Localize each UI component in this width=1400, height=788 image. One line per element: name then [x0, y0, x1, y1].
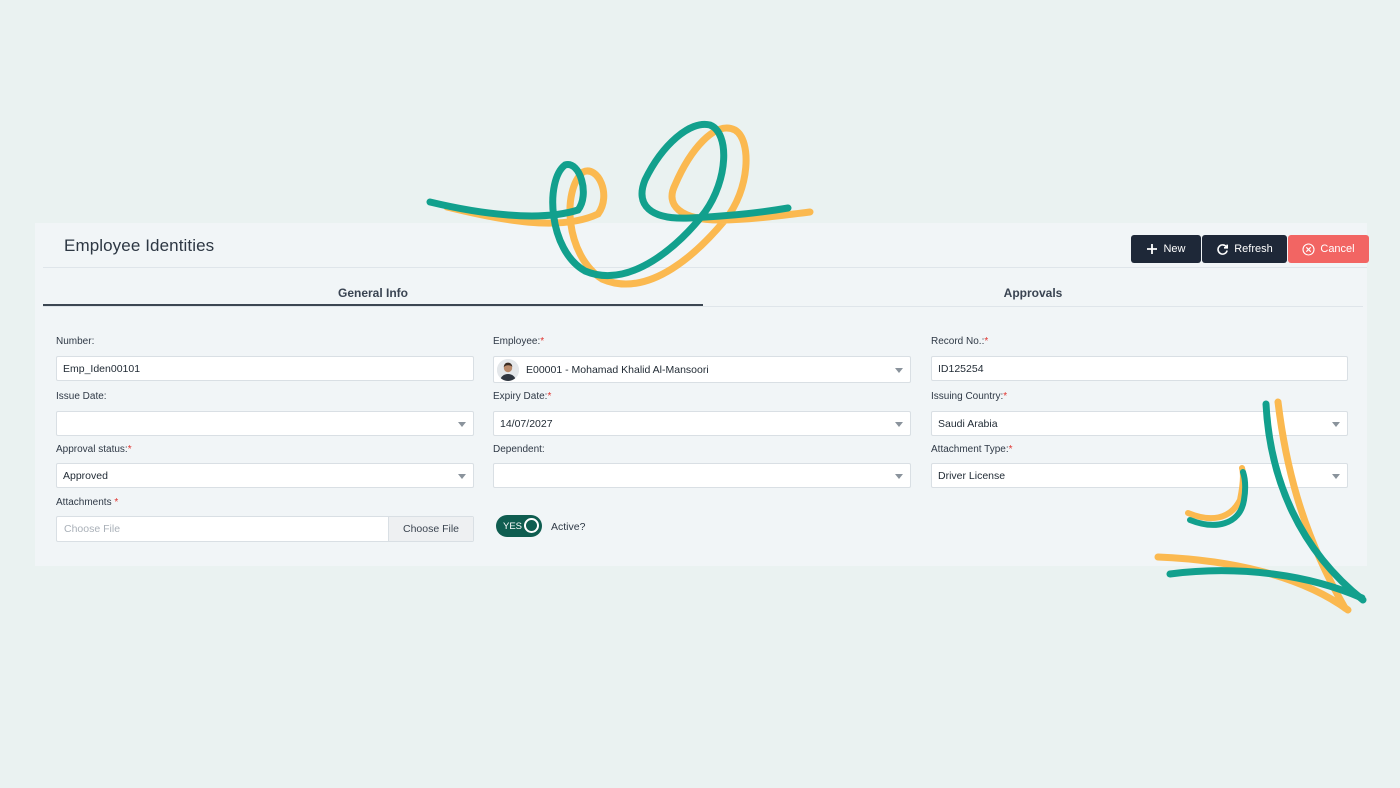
- approval-status-select[interactable]: Approved: [56, 463, 474, 488]
- issuing-country-value: Saudi Arabia: [938, 417, 998, 430]
- attachments-file-input[interactable]: Choose File Choose File: [56, 516, 474, 542]
- issuing-country-select[interactable]: Saudi Arabia: [931, 411, 1348, 436]
- approval-status-value: Approved: [63, 469, 108, 482]
- attachment-type-label: Attachment Type:*: [931, 444, 1013, 455]
- active-label: Active?: [551, 521, 586, 533]
- number-value: Emp_Iden00101: [63, 362, 141, 375]
- chevron-down-icon: [895, 474, 903, 479]
- employee-value: E00001 - Mohamad Khalid Al-Mansoori: [526, 363, 709, 376]
- toggle-text: YES: [503, 520, 523, 532]
- plus-icon: [1147, 244, 1158, 254]
- employee-avatar: [497, 358, 519, 381]
- expiry-date-value: 14/07/2027: [500, 417, 553, 430]
- toggle-knob: [524, 518, 539, 533]
- tab-bar: General Info Approvals: [43, 276, 1363, 307]
- approval-status-label: Approval status:*: [56, 444, 132, 455]
- dependent-label: Dependent:: [493, 444, 545, 455]
- attachments-label: Attachments *: [56, 497, 119, 508]
- tab-general-info[interactable]: General Info: [43, 276, 703, 306]
- dependent-select[interactable]: [493, 463, 911, 488]
- refresh-icon: [1217, 243, 1229, 255]
- toolbar: New Refresh Cancel: [1131, 235, 1369, 263]
- page-title: Employee Identities: [64, 236, 215, 255]
- employee-label: Employee:*: [493, 336, 545, 347]
- attachment-type-select[interactable]: Driver License: [931, 463, 1348, 488]
- expiry-date-label: Expiry Date:*: [493, 391, 552, 402]
- tab-approvals[interactable]: Approvals: [703, 276, 1363, 306]
- active-toggle[interactable]: YES: [496, 515, 542, 537]
- refresh-button[interactable]: Refresh: [1202, 235, 1287, 263]
- issuing-country-label: Issuing Country:*: [931, 391, 1008, 402]
- chevron-down-icon: [895, 368, 903, 373]
- attachment-type-value: Driver License: [938, 469, 1006, 482]
- new-button[interactable]: New: [1131, 235, 1201, 263]
- issue-date-picker[interactable]: [56, 411, 474, 436]
- choose-file-button[interactable]: Choose File: [388, 517, 473, 541]
- cancel-button[interactable]: Cancel: [1288, 235, 1369, 263]
- issue-date-label: Issue Date:: [56, 391, 107, 402]
- employee-select[interactable]: E00001 - Mohamad Khalid Al-Mansoori: [493, 356, 911, 383]
- new-button-label: New: [1163, 243, 1186, 255]
- record-no-value: ID125254: [938, 362, 984, 375]
- chevron-down-icon: [895, 422, 903, 427]
- record-no-label: Record No.:*: [931, 336, 989, 347]
- expiry-date-picker[interactable]: 14/07/2027: [493, 411, 911, 436]
- chevron-down-icon: [458, 422, 466, 427]
- close-circle-icon: [1302, 242, 1315, 256]
- chevron-down-icon: [458, 474, 466, 479]
- cancel-button-label: Cancel: [1320, 243, 1355, 255]
- employee-identities-panel: Employee Identities New Refresh Cancel G…: [35, 223, 1369, 566]
- number-input[interactable]: Emp_Iden00101: [56, 356, 474, 381]
- teal-ribbon-curve: [1166, 567, 1366, 602]
- record-no-input[interactable]: ID125254: [931, 356, 1348, 381]
- page-header: Employee Identities New Refresh Cancel: [43, 223, 1369, 268]
- attachments-placeholder: Choose File: [64, 523, 121, 535]
- refresh-button-label: Refresh: [1234, 243, 1273, 255]
- chevron-down-icon: [1332, 474, 1340, 479]
- chevron-down-icon: [1332, 422, 1340, 427]
- number-label: Number:: [56, 336, 95, 347]
